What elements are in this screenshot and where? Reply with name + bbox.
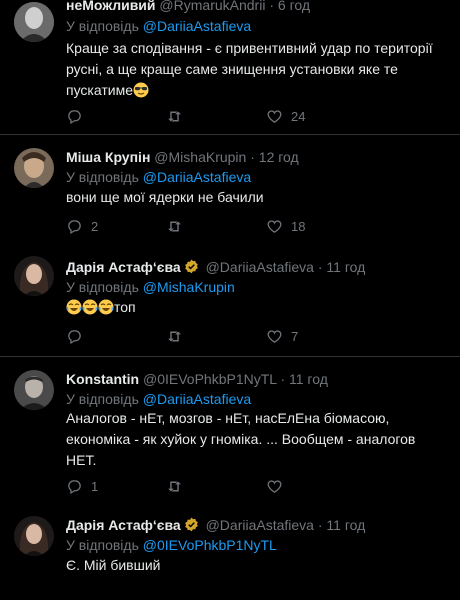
- reply-context: У відповідь @DariiaAstafieva: [66, 390, 251, 408]
- like-button[interactable]: 7: [266, 328, 298, 345]
- avatar[interactable]: [14, 370, 54, 410]
- tweet-2[interactable]: Міша Крупін @MishaKrupin · 12 год У відп…: [0, 146, 460, 242]
- author-handle[interactable]: @DariiaAstafieva: [206, 259, 314, 275]
- reply-mention[interactable]: @0IEVoPhkbP1NyTL: [143, 537, 277, 553]
- heart-icon: [267, 480, 282, 493]
- reply-mention[interactable]: @DariiaAstafieva: [143, 18, 251, 34]
- timestamp[interactable]: 6 год: [278, 0, 310, 13]
- reply-count: 2: [91, 219, 99, 234]
- avatar[interactable]: [14, 2, 54, 42]
- text-line: НЕТ.: [66, 452, 97, 468]
- reply-context: У відповідь @0IEVoPhkbP1NyTL: [66, 536, 277, 554]
- verified-badge-icon: [184, 517, 198, 532]
- text-line: вони ще мої ядерки не бачили: [66, 189, 264, 205]
- heart-icon: [267, 220, 282, 233]
- reply-button[interactable]: [66, 328, 91, 345]
- dot-separator: ·: [317, 259, 323, 275]
- tweet-text: вони ще мої ядерки не бачили: [66, 187, 446, 208]
- author-name[interactable]: Konstantin: [66, 371, 139, 387]
- dot-separator: ·: [317, 517, 323, 533]
- reply-count: 1: [91, 479, 99, 494]
- text-line: Краще за сподівання - є привентивний уда…: [66, 40, 433, 56]
- reply-mention[interactable]: @DariiaAstafieva: [143, 169, 251, 185]
- tweet-4[interactable]: Konstantin @0IEVoPhkbP1NyTL · 11 год У в…: [0, 370, 460, 498]
- author-name[interactable]: Дарія Астаф‘єва: [66, 517, 181, 533]
- crying-laughing-emoji-icon: [82, 299, 98, 315]
- reply-prefix: У відповідь: [66, 18, 139, 34]
- text-line: Аналогов - нЕт, мозгов - нЕт, насЕлЕна б…: [66, 410, 390, 426]
- reply-button[interactable]: 2: [66, 218, 98, 235]
- crying-laughing-emoji-icon: [98, 299, 114, 315]
- tweet-3[interactable]: Дарія Астаф‘єва @DariiaAstafieva · 11 го…: [0, 256, 460, 352]
- author-handle[interactable]: @0IEVoPhkbP1NyTL: [143, 371, 277, 387]
- reply-button[interactable]: 1: [66, 478, 98, 495]
- like-count: 7: [291, 329, 299, 344]
- timestamp[interactable]: 11 год: [289, 371, 328, 387]
- reply-prefix: У відповідь: [66, 537, 139, 553]
- text-line: економіка - як хуйок у гноміка. ... Вооб…: [66, 431, 416, 447]
- comment-icon: [68, 220, 81, 235]
- crying-laughing-emoji-icon: [66, 299, 82, 315]
- text-line: русні, а ще краще саме знищення установк…: [66, 61, 398, 77]
- tweet-text: Аналогов - нЕт, мозгов - нЕт, насЕлЕна б…: [66, 408, 446, 471]
- comment-icon: [68, 330, 81, 345]
- tweet-5[interactable]: Дарія Астаф‘єва @DariiaAstafieva · 11 го…: [0, 514, 460, 600]
- reply-prefix: У відповідь: [66, 279, 139, 295]
- like-button[interactable]: 18: [266, 218, 305, 235]
- like-count: 24: [291, 109, 306, 124]
- divider: [0, 356, 460, 357]
- author-handle[interactable]: @DariiaAstafieva: [206, 517, 314, 533]
- comment-icon: [68, 480, 81, 495]
- sunglasses-emoji-icon: [133, 82, 149, 98]
- retweet-button[interactable]: [166, 328, 191, 345]
- reply-prefix: У відповідь: [66, 391, 139, 407]
- retweet-icon: [168, 221, 181, 232]
- heart-icon: [267, 110, 282, 123]
- like-button[interactable]: 24: [266, 108, 305, 125]
- retweet-button[interactable]: [166, 478, 191, 495]
- like-button[interactable]: [266, 478, 291, 495]
- heart-icon: [267, 330, 282, 343]
- tweet-text: Є. Мій бивший: [66, 555, 446, 576]
- verified-badge-icon: [184, 259, 198, 274]
- retweet-button[interactable]: [166, 218, 191, 235]
- reply-mention[interactable]: @MishaKrupin: [143, 279, 235, 295]
- author-handle[interactable]: @RymarukAndrii: [159, 0, 265, 13]
- dot-separator: ·: [269, 0, 274, 13]
- retweet-icon: [168, 481, 181, 492]
- like-count: 18: [291, 219, 306, 234]
- author-name[interactable]: Дарія Астаф‘єва: [66, 259, 181, 275]
- avatar[interactable]: [14, 256, 54, 296]
- tweet-text: Краще за сподівання - є привентивний уда…: [66, 38, 446, 101]
- reply-context: У відповідь @DariiaAstafieva: [66, 17, 251, 35]
- text-fragment: топ: [114, 299, 136, 315]
- reply-context: У відповідь @DariiaAstafieva: [66, 168, 251, 186]
- text-fragment: пускатиме: [66, 82, 133, 98]
- reply-button[interactable]: [66, 108, 91, 125]
- reply-prefix: У відповідь: [66, 169, 139, 185]
- text-line: пускатиме: [66, 80, 446, 101]
- avatar[interactable]: [14, 148, 54, 188]
- timestamp[interactable]: 11 год: [326, 517, 365, 533]
- author-handle[interactable]: @MishaKrupin: [154, 149, 246, 165]
- avatar[interactable]: [14, 516, 54, 556]
- reply-context: У відповідь @MishaKrupin: [66, 278, 235, 296]
- reply-mention[interactable]: @DariiaAstafieva: [143, 391, 251, 407]
- text-line: Є. Мій бивший: [66, 557, 161, 573]
- tweet-1[interactable]: неМожливий @RymarukAndrii · 6 год У відп…: [0, 0, 460, 134]
- retweet-button[interactable]: [166, 108, 191, 125]
- divider: [0, 134, 460, 135]
- author-name[interactable]: Міша Крупін: [66, 149, 150, 165]
- dot-separator: ·: [280, 371, 286, 387]
- retweet-icon: [168, 111, 181, 122]
- text-line: топ: [66, 297, 446, 318]
- timestamp[interactable]: 11 год: [326, 259, 365, 275]
- timestamp[interactable]: 12 год: [259, 149, 299, 165]
- retweet-icon: [168, 331, 181, 342]
- comment-icon: [68, 110, 81, 125]
- dot-separator: ·: [250, 149, 255, 165]
- tweet-text: топ: [66, 297, 446, 318]
- author-name[interactable]: неМожливий: [66, 0, 156, 13]
